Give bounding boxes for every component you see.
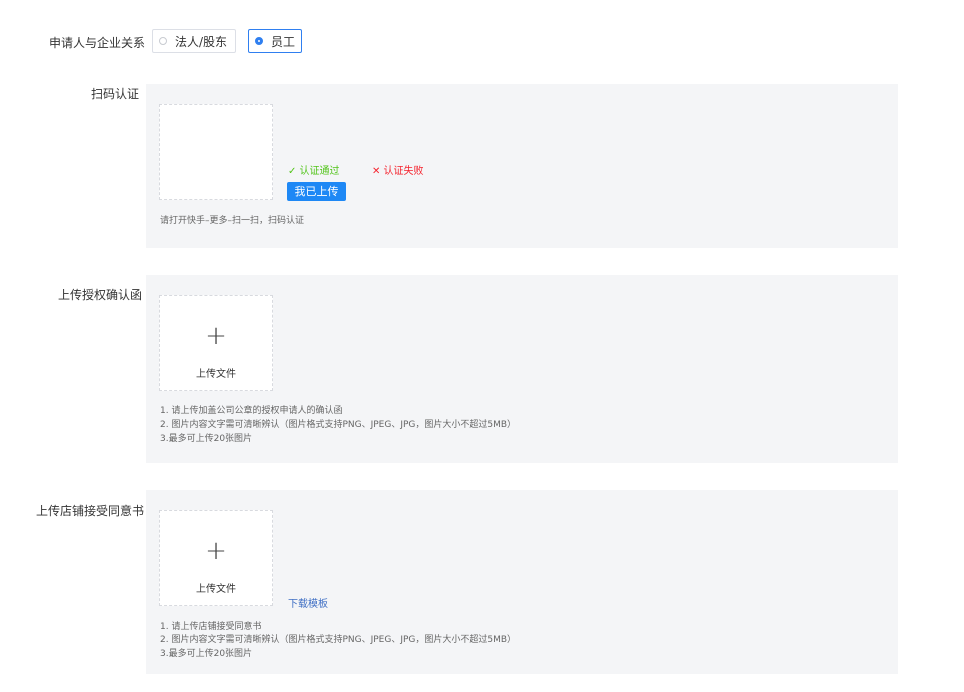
scan-label: 扫码认证: [91, 87, 140, 101]
shop-agreement-note-1: 1. 请上传店铺接受同意书: [160, 622, 262, 632]
radio-legal-person-label: 法人/股东: [175, 34, 228, 49]
relation-label: 申请人与企业关系: [49, 36, 146, 50]
radio-legal-person[interactable]: 法人/股东: [152, 29, 236, 53]
download-template-link[interactable]: 下载模板: [288, 595, 328, 610]
verify-fail-status: ✕ 认证失败: [372, 166, 424, 177]
auth-letter-upload[interactable]: + 上传文件: [159, 295, 273, 391]
radio-employee-label: 员工: [271, 34, 296, 49]
upload-text: 上传文件: [196, 369, 236, 380]
auth-letter-note-3: 3.最多可上传20张图片: [160, 434, 253, 444]
shop-agreement-note-3: 3.最多可上传20张图片: [160, 649, 253, 659]
qr-code-box: [159, 104, 273, 200]
upload-text: 上传文件: [196, 584, 236, 595]
shop-agreement-upload[interactable]: + 上传文件: [159, 510, 273, 606]
auth-letter-note-1: 1. 请上传加盖公司公章的授权申请人的确认函: [160, 406, 343, 416]
radio-employee[interactable]: 员工: [248, 29, 302, 53]
radio-checked-icon: [255, 37, 263, 45]
auth-letter-note-2: 2. 图片内容文字需可清晰辨认（图片格式支持PNG、JPEG、JPG，图片大小不…: [160, 420, 517, 430]
shop-agreement-label: 上传店铺接受同意书: [36, 504, 145, 518]
plus-icon: +: [205, 536, 227, 566]
plus-icon: +: [205, 321, 227, 351]
radio-unchecked-icon: [159, 37, 167, 45]
scan-hint: 请打开快手–更多–扫一扫，扫码认证: [160, 216, 305, 226]
auth-letter-label: 上传授权确认函: [58, 288, 143, 302]
shop-agreement-note-2: 2. 图片内容文字需可清晰辨认（图片格式支持PNG、JPEG、JPG，图片大小不…: [160, 635, 517, 645]
uploaded-button[interactable]: 我已上传: [287, 182, 346, 201]
verify-success-status: ✓ 认证通过: [288, 166, 340, 177]
